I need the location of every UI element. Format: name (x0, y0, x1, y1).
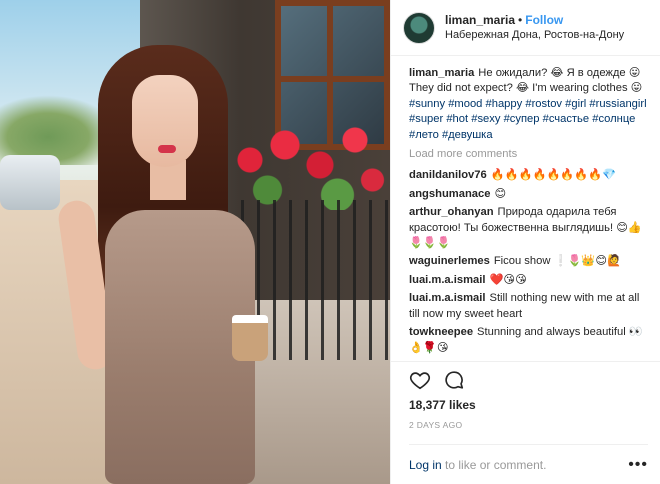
comment-username[interactable]: danildanilov76 (409, 169, 487, 181)
comment-item: luai.m.a.ismail Still nothing new with me… (409, 291, 648, 322)
header-username[interactable]: liman_maria (445, 13, 515, 27)
hashtag-link[interactable]: #супер (504, 113, 540, 125)
hashtag-link[interactable]: #девушка (442, 129, 493, 141)
comment-username[interactable]: waguinerlemes (409, 255, 490, 267)
comment-username[interactable]: towkneepee (409, 326, 473, 338)
post-side-panel: liman_maria • Follow Набережная Дона, Рост… (390, 0, 660, 484)
hashtag-link[interactable]: #russiangirl (589, 98, 646, 110)
header-text: liman_maria • Follow Набережная Дона, Рост… (445, 13, 624, 43)
post-timestamp: 2 DAYS AGO (409, 420, 463, 430)
comments-section: liman_maria Не ожидали? 😂 Я в одежде 😛 Th… (391, 56, 660, 361)
header-line: liman_maria • Follow (445, 13, 624, 28)
hashtag-link[interactable]: #sunny (409, 98, 445, 110)
avatar[interactable] (403, 11, 435, 44)
login-bar: Log in to like or comment. ••• (409, 444, 648, 484)
heart-icon[interactable] (409, 369, 431, 391)
photo-car (0, 155, 60, 210)
comment-text: ❤️😘😘 (489, 273, 527, 286)
comment-username[interactable]: arthur_ohanyan (409, 206, 494, 218)
hashtag-link[interactable]: #солнце (592, 113, 635, 125)
caption: liman_maria Не ожидали? 😂 Я в одежде 😛 Th… (409, 66, 648, 143)
post-actions: 18,377 likes 2 DAYS AGO (391, 361, 660, 430)
comment-item: waguinerlemes Ficou show ❕🌷👑😊🙋 (409, 254, 648, 269)
hashtag-link[interactable]: #счастье (543, 113, 590, 125)
follow-button[interactable]: Follow (525, 13, 563, 27)
comment-item: angshumanace 😊 (409, 187, 648, 202)
photo-person-lips (158, 145, 176, 153)
hashtag-link[interactable]: #sexy (471, 113, 500, 125)
comment-username[interactable]: angshumanace (409, 188, 490, 200)
login-prompt: Log in to like or comment. (409, 458, 546, 472)
comment-username[interactable]: luai.m.a.ismail (409, 292, 485, 304)
post-photo[interactable] (0, 0, 390, 484)
comment-item: towkneepee Stunning and always beautiful … (409, 325, 648, 356)
hashtag-link[interactable]: #mood (448, 98, 482, 110)
load-more-comments-button[interactable]: Load more comments (409, 147, 648, 162)
hashtag-link[interactable]: #лето (409, 129, 439, 141)
comment-text: 😊 (494, 187, 507, 200)
comment-username[interactable]: luai.m.a.ismail (409, 274, 485, 286)
comment-bubble-icon[interactable] (443, 369, 465, 391)
hashtag-link[interactable]: #hot (446, 113, 468, 125)
hashtag-link[interactable]: #happy (486, 98, 523, 110)
post-header: liman_maria • Follow Набережная Дона, Рост… (391, 0, 660, 56)
comment-item: arthur_ohanyan Природа одарила тебя красо… (409, 205, 648, 251)
instagram-post: liman_maria • Follow Набережная Дона, Рост… (0, 0, 660, 484)
more-options-icon[interactable]: ••• (628, 456, 648, 474)
hashtag-link[interactable]: #girl (565, 98, 586, 110)
hashtag-link[interactable]: #super (409, 113, 443, 125)
caption-username[interactable]: liman_maria (409, 67, 474, 79)
login-suffix: to like or comment. (445, 457, 547, 472)
photo-person-face (132, 75, 198, 167)
comment-item: danildanilov76 🔥🔥🔥🔥🔥🔥🔥🔥💎 (409, 168, 648, 183)
login-link[interactable]: Log in (409, 458, 442, 472)
photo-coffee-cup (232, 315, 268, 361)
photo-flowers (215, 110, 390, 210)
comment-item: luai.m.a.ismail ❤️😘😘 (409, 273, 648, 288)
likes-count[interactable]: 18,377 likes (409, 398, 648, 412)
hashtag-link[interactable]: #rostov (525, 98, 562, 110)
comment-list: danildanilov76 🔥🔥🔥🔥🔥🔥🔥🔥💎 angshumanace 😊 arth… (409, 168, 648, 355)
location-link[interactable]: Набережная Дона, Ростов-на-Дону (445, 28, 624, 43)
comment-text: Ficou show ❕🌷👑😊🙋 (493, 255, 621, 268)
caption-hashtags: #sunny #mood #happy #rostov #girl #russi… (409, 98, 647, 141)
comment-text: 🔥🔥🔥🔥🔥🔥🔥🔥💎 (490, 169, 617, 182)
header-separator: • (518, 12, 523, 27)
action-icons (409, 362, 648, 398)
